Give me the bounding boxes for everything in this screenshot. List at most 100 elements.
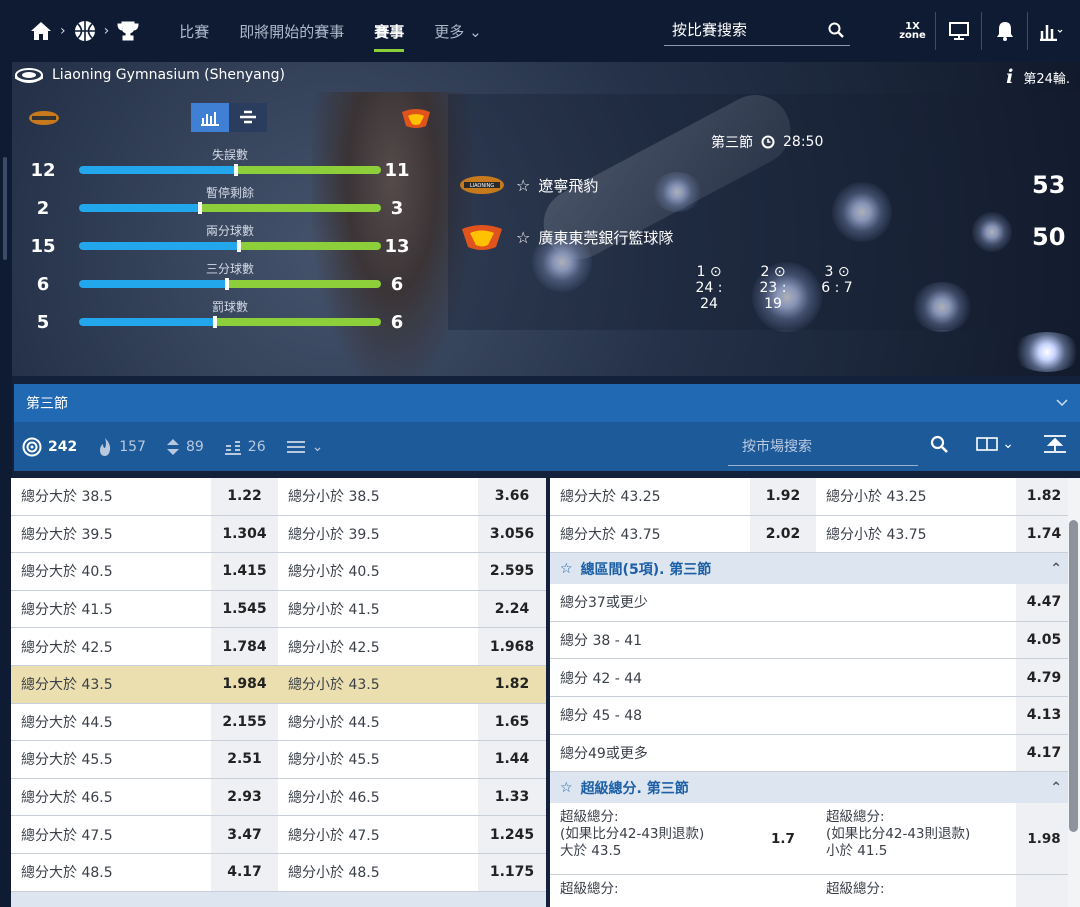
nav-link-events[interactable]: 賽事 [374,21,405,52]
range-odds[interactable]: 4.17 [1016,734,1072,772]
tab-popular-markets[interactable]: 157 [97,437,146,457]
under-label[interactable]: 總分小於 38.5 [278,478,478,515]
under-odds[interactable]: 1.44 [478,741,546,778]
chevron-up-icon[interactable]: ⌃ [1050,561,1062,577]
under-label[interactable]: 總分小於 48.5 [278,854,478,891]
group-header-super-total[interactable]: ☆ 超級總分. 第三節 ⌃ [550,772,1072,804]
market-search-input[interactable]: 按市場搜索 [728,433,918,466]
under-odds[interactable]: 2.595 [478,553,546,590]
under-label[interactable]: 總分小於 46.5 [278,779,478,816]
range-odds[interactable]: 4.05 [1016,621,1072,659]
favorite-star-icon[interactable]: ☆ [516,228,530,247]
nav-link-upcoming[interactable]: 即將開始的賽事 [239,21,344,42]
under-odds[interactable]: 3.056 [478,515,546,553]
odds-cell[interactable] [1016,875,1072,907]
tab-all-markets[interactable]: 242 [22,437,77,457]
under-odds[interactable]: 3.66 [478,478,546,515]
basketball-icon[interactable] [74,20,96,42]
chevron-up-icon[interactable]: ⌃ [1050,780,1062,796]
under-odds[interactable]: 1.245 [478,816,546,853]
over-odds[interactable]: 4.17 [211,853,278,891]
under-label[interactable]: 總分小於 44.5 [278,704,478,741]
over-label[interactable]: 總分大於 44.5 [11,704,211,741]
over-label[interactable]: 總分大於 42.5 [11,628,211,665]
over-label[interactable]: 總分大於 43.75 [550,516,750,553]
over-odds[interactable]: 1.415 [211,553,278,590]
stats-button[interactable] [1028,12,1074,50]
over-odds[interactable]: 1.545 [211,590,278,628]
star-icon[interactable]: ☆ [560,780,573,796]
under-label[interactable]: 總分小於 42.5 [278,628,478,665]
group-header-total-range[interactable]: ☆ 總區間(5項). 第三節 ⌃ [550,553,1072,585]
super-total-over-label[interactable]: 超級總分: (如果比分42-43則退款) 大於 43.5 [550,809,750,860]
chevron-down-icon[interactable] [1054,394,1070,410]
range-label[interactable]: 總分49或更多 [550,735,1016,772]
range-label[interactable]: 總分 45 - 48 [550,697,1016,734]
over-odds[interactable]: 1.984 [211,665,278,703]
over-odds[interactable]: 1.304 [211,515,278,553]
under-odds[interactable]: 1.82 [478,665,546,703]
range-odds[interactable]: 4.13 [1016,696,1072,734]
under-label[interactable]: 總分小於 45.5 [278,741,478,778]
over-odds[interactable]: 1.22 [211,478,278,515]
over-odds[interactable]: 2.93 [211,778,278,816]
under-odds[interactable]: 1.65 [478,703,546,741]
over-odds[interactable]: 2.02 [750,515,816,553]
range-label[interactable]: 總分 42 - 44 [550,659,1016,696]
over-label[interactable]: 總分大於 43.25 [550,478,750,515]
list-view-button[interactable] [229,103,267,132]
under-label[interactable]: 總分小於 39.5 [278,516,478,553]
under-odds[interactable]: 1.82 [1016,478,1072,515]
under-odds[interactable]: 1.33 [478,778,546,816]
over-odds[interactable]: 2.51 [211,741,278,778]
tab-bars-markets[interactable]: 26 [224,438,266,456]
super-total-over-odds[interactable]: 1.7 [750,803,816,874]
range-label[interactable]: 總分 38 - 41 [550,622,1016,659]
info-icon[interactable]: i [1006,66,1013,88]
over-label[interactable]: 總分大於 46.5 [11,779,211,816]
star-icon[interactable]: ☆ [560,561,573,577]
chart-view-button[interactable] [191,103,229,132]
under-label[interactable]: 總分小於 43.75 [816,516,1016,553]
over-label[interactable]: 總分大於 39.5 [11,516,211,553]
under-label[interactable]: 總分小於 43.25 [816,478,1016,515]
under-odds[interactable]: 1.175 [478,853,546,891]
over-odds[interactable]: 2.155 [211,703,278,741]
bell-button[interactable] [982,12,1028,50]
under-label[interactable]: 總分小於 47.5 [278,816,478,853]
tab-menu[interactable]: ⌄ [286,439,323,455]
super-total-under-label[interactable]: 超級總分: (如果比分42-43則退款) 小於 41.5 [816,809,1016,860]
group-header-partial[interactable] [11,891,546,907]
over-label[interactable]: 總分大於 45.5 [11,741,211,778]
favorite-star-icon[interactable]: ☆ [516,176,530,195]
period-section-header[interactable]: 第三節 [14,384,1080,422]
under-label[interactable]: 總分小於 40.5 [278,553,478,590]
under-label[interactable]: 總分小於 43.5 [278,665,478,703]
label-line[interactable]: 超級總分: [816,881,1016,898]
range-label[interactable]: 總分37或更少 [550,584,1016,621]
columns-toggle[interactable]: ⌄ [976,436,1014,452]
super-total-under-odds[interactable]: 1.98 [1016,803,1072,875]
trophy-icon[interactable] [117,21,139,41]
over-label[interactable]: 總分大於 47.5 [11,816,211,853]
monitor-button[interactable] [936,12,982,50]
over-label[interactable]: 總分大於 48.5 [11,854,211,891]
over-label[interactable]: 總分大於 41.5 [11,591,211,628]
range-odds[interactable]: 4.79 [1016,659,1072,696]
scrollbar-thumb[interactable] [1069,520,1078,832]
under-odds[interactable]: 1.74 [1016,515,1072,553]
over-odds[interactable]: 3.47 [211,816,278,853]
range-odds[interactable]: 4.47 [1016,584,1072,621]
over-label[interactable]: 總分大於 38.5 [11,478,211,515]
over-odds[interactable]: 1.784 [211,628,278,665]
home-icon[interactable] [30,21,52,41]
collapse-all-icon[interactable] [1042,434,1068,454]
over-odds[interactable]: 1.92 [750,478,816,515]
label-line[interactable]: 超級總分: [550,881,750,898]
1x-zone-button[interactable]: 1X zone [890,12,936,50]
nav-link-matches[interactable]: 比賽 [179,21,209,42]
search-icon[interactable] [930,435,949,453]
search-icon[interactable] [828,22,844,38]
under-label[interactable]: 總分小於 41.5 [278,591,478,628]
match-search[interactable]: 按比賽搜索 [664,18,850,46]
